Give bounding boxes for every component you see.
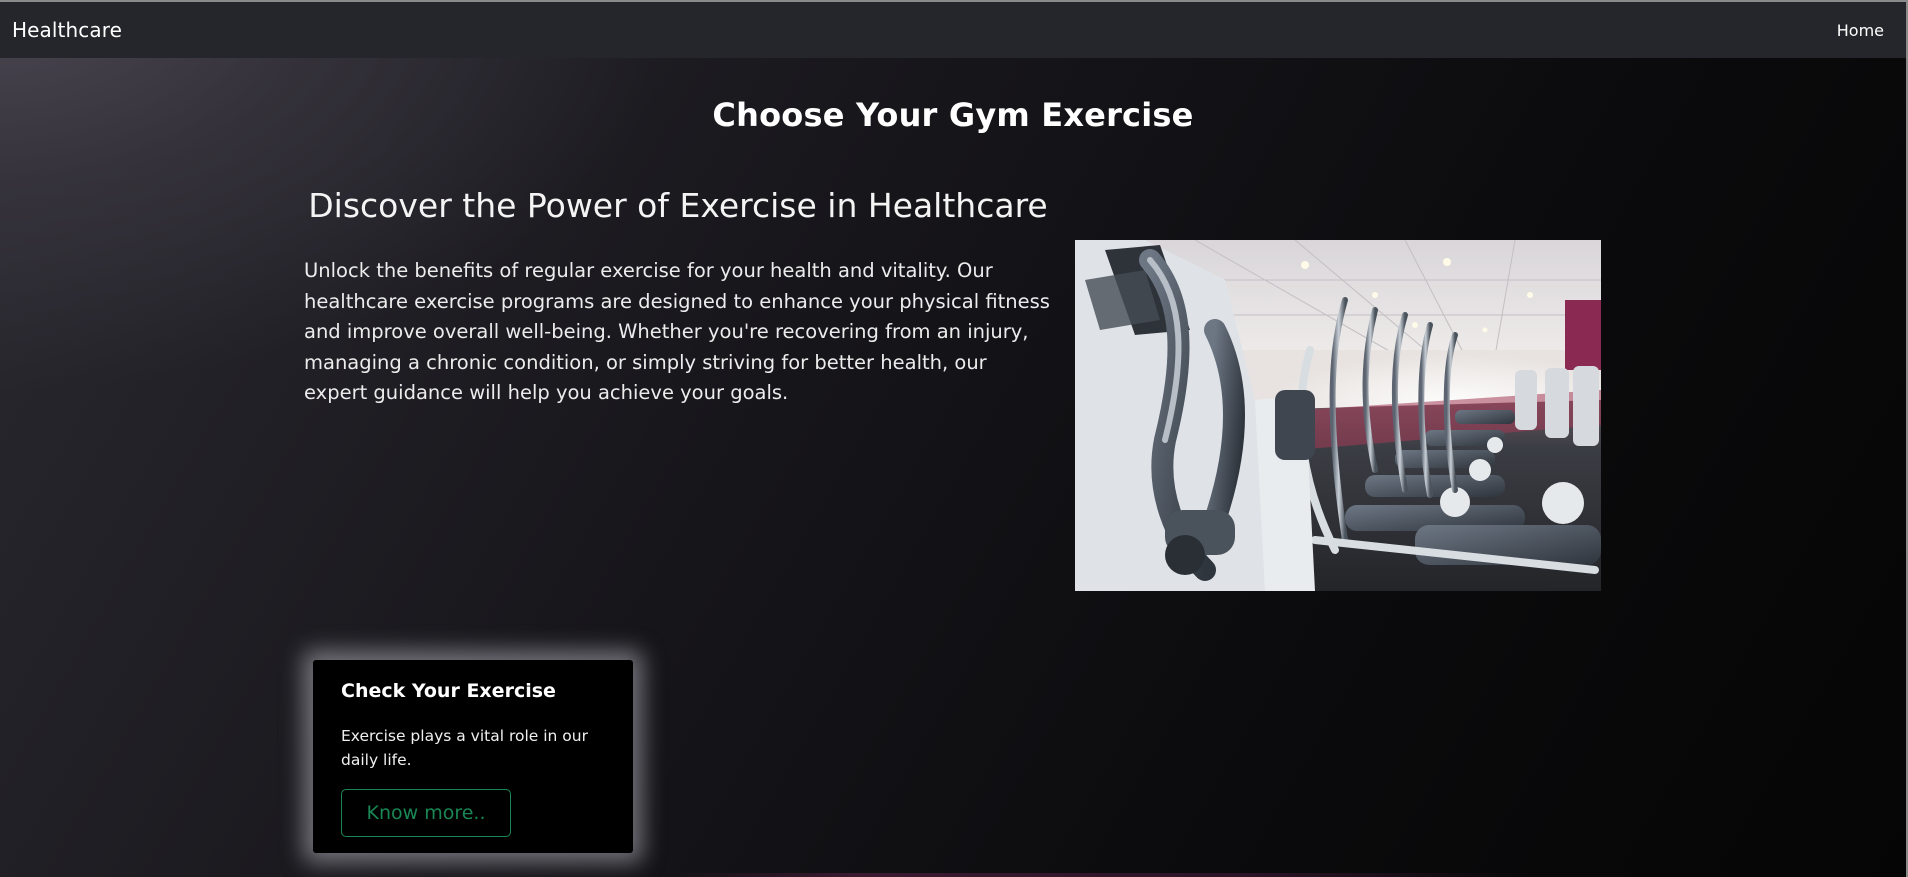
bottom-edge-strip [0, 873, 1908, 877]
gym-equipment-image [1075, 240, 1601, 591]
know-more-button[interactable]: Know more.. [341, 789, 511, 837]
section-heading: Discover the Power of Exercise in Health… [308, 186, 1048, 225]
page-title: Choose Your Gym Exercise [712, 96, 1194, 134]
card-text: Exercise plays a vital role in our daily… [341, 727, 588, 769]
intro-paragraph: Unlock the benefits of regular exercise … [304, 259, 1050, 404]
nav-link-home[interactable]: Home [1837, 21, 1884, 40]
navbar: Healthcare Home [0, 2, 1908, 58]
navbar-brand[interactable]: Healthcare [12, 18, 122, 42]
card-title: Check Your Exercise [341, 680, 556, 702]
exercise-card: Check Your Exercise Exercise plays a vit… [313, 660, 633, 853]
